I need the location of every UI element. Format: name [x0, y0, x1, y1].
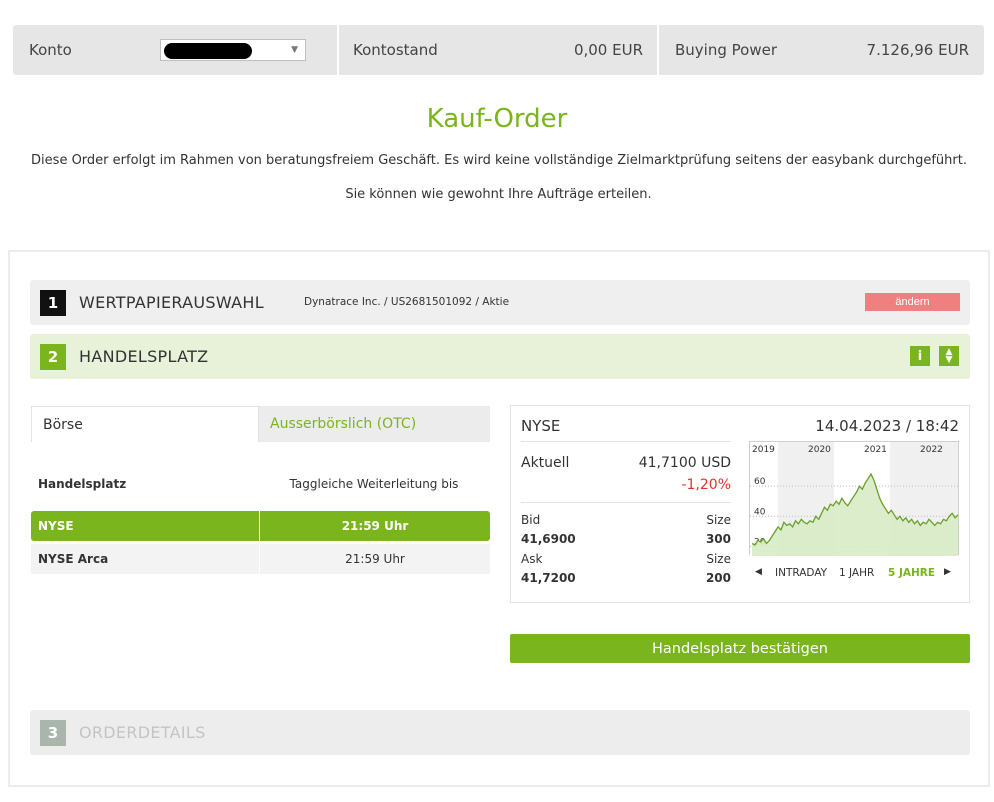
aktuell-label: Aktuell [521, 455, 570, 471]
bid-label: Bid [521, 513, 541, 527]
bid-value: 41,6900 [521, 532, 576, 546]
bid-size: 300 [705, 532, 731, 546]
ask-size-label: Size [706, 552, 731, 566]
y-tick-label: 60 [754, 477, 766, 487]
info-icon[interactable]: i [910, 346, 930, 366]
buying-power-value: 7.126,96 EUR [866, 41, 969, 59]
change-percent: -1,20% [681, 477, 731, 493]
step-title: HANDELSPLATZ [79, 347, 209, 366]
selected-security: Dynatrace Inc. / US2681501092 / Aktie [304, 296, 510, 308]
divider [521, 441, 731, 442]
price-chart-svg: 2019202020212022204060 [750, 442, 960, 556]
step-wertpapierauswahl[interactable]: 1 WERTPAPIERAUSWAHL Dynatrace Inc. / US2… [30, 280, 970, 325]
bid-size-label: Size [706, 513, 731, 527]
range-1-jahr[interactable]: 1 JAHR [839, 567, 874, 579]
step-number: 2 [40, 343, 66, 370]
buying-power-label: Buying Power [675, 41, 777, 59]
collapse-toggle-icon[interactable]: ▲ ▼ [939, 346, 959, 366]
market-tabs: Börse Ausserbörslich (OTC) [31, 406, 490, 442]
table-row[interactable]: NYSE Arca 21:59 Uhr [31, 544, 490, 574]
change-button[interactable]: ändern [865, 293, 960, 311]
konto-label: Konto [29, 41, 72, 59]
tab-otc[interactable]: Ausserbörslich (OTC) [259, 406, 490, 442]
ask-value: 41,7200 [521, 571, 576, 585]
table-row[interactable]: NYSE 21:59 Uhr [31, 511, 490, 541]
order-info-text: Sie können wie gewohnt Ihre Aufträge ert… [345, 187, 652, 202]
divider [521, 502, 731, 503]
step-orderdetails: 3 ORDERDETAILS [30, 710, 970, 755]
buying-power-segment: Buying Power 7.126,96 EUR [659, 25, 984, 75]
step-handelsplatz[interactable]: 2 HANDELSPLATZ i ▲ ▼ [30, 334, 970, 379]
venue-name: NYSE [31, 511, 260, 541]
chevron-left-icon[interactable]: ◀ [755, 567, 762, 577]
venue-name: NYSE Arca [31, 544, 260, 574]
account-bar: Konto ▼ Kontostand 0,00 EUR Buying Power… [13, 25, 984, 75]
venue-cutoff: 21:59 Uhr [345, 552, 405, 566]
aktuell-value: 41,7100 USD [638, 455, 731, 471]
range-5-jahre[interactable]: 5 JAHRE [888, 567, 935, 579]
column-handelsplatz: Handelsplatz [38, 477, 127, 491]
quote-datetime: 14.04.2023 / 18:42 [815, 417, 959, 435]
kontostand-segment: Kontostand 0,00 EUR [339, 25, 659, 75]
ask-label: Ask [521, 552, 543, 566]
confirm-venue-button[interactable]: Handelsplatz bestätigen [510, 634, 970, 663]
column-weiterleitung: Taggleiche Weiterleitung bis [289, 477, 459, 491]
x-tick-label: 2022 [920, 445, 943, 455]
step-number: 1 [40, 289, 66, 316]
chevron-right-icon[interactable]: ▶ [944, 567, 951, 577]
redacted-account [164, 43, 252, 59]
step-title: WERTPAPIERAUSWAHL [79, 293, 264, 312]
y-tick-label: 40 [754, 507, 766, 517]
tab-boerse[interactable]: Börse [31, 406, 259, 442]
x-tick-label: 2019 [752, 445, 775, 455]
quote-panel: NYSE 14.04.2023 / 18:42 Aktuell 41,7100 … [510, 405, 970, 603]
kontostand-label: Kontostand [353, 41, 438, 59]
step-title: ORDERDETAILS [79, 723, 206, 742]
price-chart: 2019202020212022204060 [749, 441, 960, 556]
order-card: 1 WERTPAPIERAUSWAHL Dynatrace Inc. / US2… [8, 250, 990, 787]
x-tick-label: 2021 [864, 445, 887, 455]
venue-table-header: Handelsplatz Taggleiche Weiterleitung bi… [38, 477, 490, 491]
kontostand-value: 0,00 EUR [573, 41, 643, 59]
konto-select[interactable]: ▼ [160, 39, 306, 61]
chart-range-nav: ◀ INTRADAY 1 JAHR 5 JAHRE ▶ [749, 565, 959, 581]
x-tick-label: 2020 [808, 445, 831, 455]
range-intraday[interactable]: INTRADAY [775, 567, 827, 579]
advisory-notice: Diese Order erfolgt im Rahmen von beratu… [31, 153, 967, 168]
quote-venue: NYSE [521, 417, 561, 435]
konto-segment: Konto ▼ [13, 25, 339, 75]
ask-size: 200 [705, 571, 731, 585]
page-title: Kauf-Order [426, 104, 568, 134]
step-number: 3 [40, 719, 66, 746]
chevron-down-icon: ▼ [291, 45, 298, 55]
venue-cutoff: 21:59 Uhr [341, 519, 409, 533]
